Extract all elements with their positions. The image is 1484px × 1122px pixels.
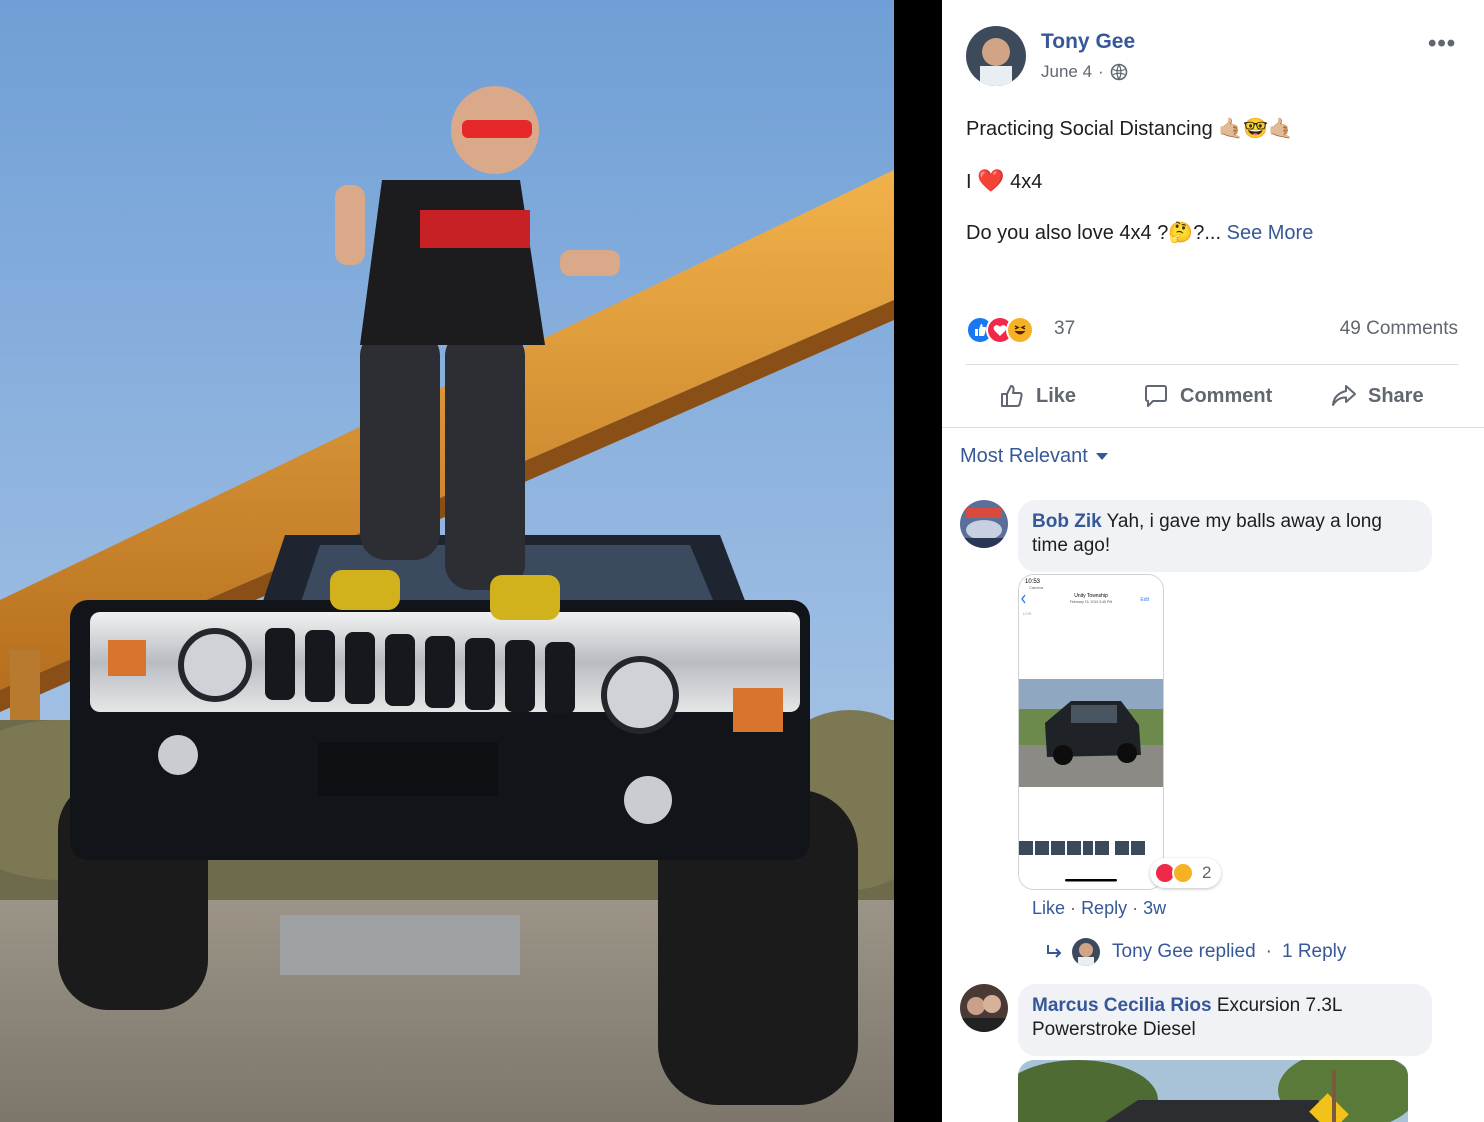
haha-reaction-icon: [1172, 862, 1194, 884]
comment-reply-link[interactable]: Reply: [1081, 898, 1127, 918]
attachment-reaction-count: 2: [1202, 863, 1212, 882]
comment-sort-label: Most Relevant: [960, 445, 1088, 467]
post-photo[interactable]: [0, 0, 894, 1122]
comment-actions: Like · Reply · 3w: [1032, 898, 1166, 919]
comment-bubble: Bob Zik Yah, i gave my balls away a long…: [1018, 500, 1432, 572]
separator: ·: [1132, 898, 1139, 918]
edit-label: Edit: [1140, 597, 1149, 603]
commenter-avatar-image: [960, 984, 1008, 1032]
separator: ·: [1265, 941, 1272, 962]
commenter-avatar[interactable]: [960, 500, 1008, 548]
haha-reaction-icon: [1006, 316, 1034, 344]
post-text-1: Practicing Social Distancing: [966, 118, 1213, 140]
commenter-name[interactable]: Marcus Cecilia Rios: [1032, 995, 1212, 1016]
share-arrow-icon: [1332, 385, 1356, 406]
post-timestamp: June 4 ·: [1041, 62, 1128, 82]
photo-panel-gutter: [894, 0, 942, 1122]
author-avatar-image: [966, 26, 1026, 86]
globe-icon: [1110, 63, 1128, 81]
live-label: LIVE: [1023, 611, 1032, 616]
like-button-label: Like: [1036, 384, 1077, 407]
phone-screenshot: 10:53 Camera Unity Township February 15,…: [1019, 575, 1163, 889]
replies-count: 1 Reply: [1281, 941, 1347, 962]
post-text-3-tail: ?...: [1193, 222, 1222, 244]
comment-sort-dropdown[interactable]: Most Relevant: [960, 445, 1108, 468]
author-avatar[interactable]: [966, 26, 1026, 86]
divider: [942, 427, 1484, 428]
post-text-line-2: I ❤️ 4x4: [966, 168, 1042, 194]
commenter-name[interactable]: Bob Zik: [1032, 511, 1102, 532]
reply-arrow-icon: [1047, 945, 1062, 958]
attachment-reactions[interactable]: 2: [1150, 858, 1222, 888]
comment-attachment-image[interactable]: 10:53 Camera Unity Township February 15,…: [1018, 574, 1164, 890]
divider: [966, 364, 1458, 365]
comment-photo-preview: [1018, 1060, 1408, 1122]
comment-bubble-icon: [1145, 385, 1167, 407]
post-text-2b: 4x4: [1010, 171, 1043, 193]
replier-avatar-image: [1072, 938, 1100, 966]
post-text-3: Do you also love 4x4 ?: [966, 222, 1169, 244]
heart-emoji: ❤️: [977, 168, 1005, 193]
comment-bubble: Marcus Cecilia Rios Excursion 7.3L Power…: [1018, 984, 1432, 1056]
reactions-summary: 37 49 Comments: [966, 314, 1458, 348]
comment-like-link[interactable]: Like: [1032, 898, 1065, 918]
comment-attachment-image[interactable]: [1018, 1060, 1408, 1122]
caret-down-icon: [1095, 453, 1108, 460]
thumbs-up-icon: [1001, 385, 1023, 407]
post-text-line-3: Do you also love 4x4 ?🤔?... See More: [966, 220, 1313, 245]
more-options-icon[interactable]: •••: [1428, 30, 1456, 58]
reaction-count[interactable]: 37: [1054, 318, 1075, 340]
back-label: Camera: [1029, 585, 1044, 590]
hummer-photo-illustration: [0, 0, 894, 1122]
comment-button[interactable]: Comment: [1142, 374, 1272, 418]
replier-avatar[interactable]: [1072, 938, 1100, 966]
album-title: Unity Township: [1074, 593, 1108, 599]
post-text-2a: I: [966, 171, 972, 193]
post-panel: Tony Gee June 4 · ••• Practicing Social …: [942, 0, 1484, 1122]
post-text-line-1: Practicing Social Distancing 🤙🏼🤓🤙🏼: [966, 116, 1293, 141]
commenter-avatar-image: [960, 500, 1008, 548]
share-button-label: Share: [1368, 384, 1424, 407]
comments-count[interactable]: 49 Comments: [1340, 318, 1458, 340]
post-date[interactable]: June 4: [1041, 62, 1092, 82]
comment-button-label: Comment: [1180, 384, 1273, 407]
like-button[interactable]: Like: [998, 374, 1076, 418]
separator: ·: [1070, 898, 1077, 918]
comment-time[interactable]: 3w: [1143, 898, 1166, 918]
commenter-avatar[interactable]: [960, 984, 1008, 1032]
author-name[interactable]: Tony Gee: [1041, 30, 1135, 54]
shaka-nerd-emoji: 🤙🏼🤓🤙🏼: [1218, 118, 1294, 140]
thinking-emoji: 🤔: [1168, 222, 1194, 244]
album-subtitle: February 15, 2019 3:45 PM: [1070, 600, 1113, 604]
date-separator: ·: [1098, 62, 1104, 81]
see-more-link[interactable]: See More: [1227, 222, 1314, 244]
share-button[interactable]: Share: [1330, 374, 1424, 418]
replies-text: Tony Gee replied: [1112, 941, 1256, 962]
